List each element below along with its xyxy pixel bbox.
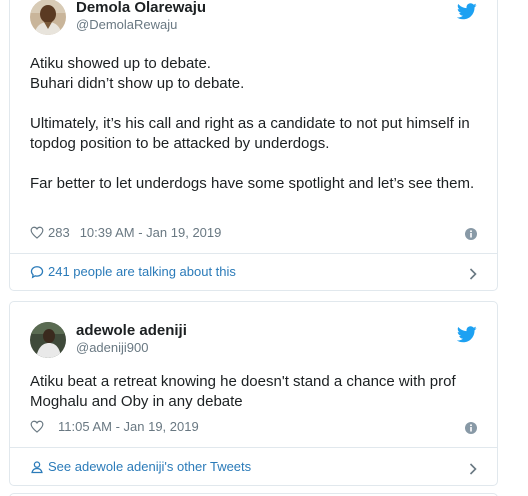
tweet-blank-line — [30, 154, 490, 174]
tweet-line: Buhari didn’t show up to debate. — [30, 75, 245, 92]
tweet-blank-line — [30, 94, 490, 114]
divider — [10, 447, 497, 448]
tweet-meta: 283 10:39 AM - Jan 19, 2019 — [30, 224, 477, 242]
tweet-card: adewole adeniji @adeniji900 Atiku beat a… — [9, 301, 498, 486]
heart-icon[interactable] — [30, 420, 44, 433]
page: Demola Olarewaju @DemolaRewaju Atiku sho… — [0, 0, 528, 496]
other-tweets-link-text[interactable]: See adewole adeniji's other Tweets — [48, 459, 251, 474]
author-name[interactable]: Demola Olarewaju — [76, 0, 206, 16]
chevron-right-icon[interactable] — [469, 461, 477, 475]
author-handle[interactable]: @adeniji900 — [76, 340, 148, 356]
conversation-link-text[interactable]: 241 people are talking about this — [48, 264, 236, 279]
heart-icon[interactable] — [30, 226, 44, 239]
divider — [10, 253, 497, 254]
conversation-link[interactable]: 241 people are talking about this — [30, 262, 477, 282]
twitter-bird-icon[interactable] — [456, 3, 477, 20]
info-icon[interactable] — [465, 421, 477, 434]
tweet-timestamp[interactable]: 10:39 AM - Jan 19, 2019 — [80, 225, 222, 240]
like-count[interactable]: 283 — [48, 225, 70, 240]
avatar[interactable] — [30, 0, 66, 35]
tweet-text: Atiku showed up to debate. Buhari didn’t… — [30, 54, 490, 194]
twitter-bird-icon[interactable] — [456, 326, 477, 343]
other-tweets-link[interactable]: See adewole adeniji's other Tweets — [30, 457, 477, 477]
tweet-text: Atiku beat a retreat knowing he doesn't … — [30, 372, 490, 412]
info-icon[interactable] — [465, 227, 477, 240]
tweet-line: Ultimately, it’s his call and right as a… — [30, 115, 470, 152]
avatar[interactable] — [30, 322, 66, 358]
author-name[interactable]: adewole adeniji — [76, 322, 187, 339]
speech-bubble-icon — [30, 265, 44, 279]
chevron-right-icon[interactable] — [469, 266, 477, 280]
tweet-meta: 11:05 AM - Jan 19, 2019 — [30, 418, 477, 436]
author-handle[interactable]: @DemolaRewaju — [76, 17, 177, 33]
tweet-line: Atiku beat a retreat knowing he doesn't … — [30, 373, 456, 410]
tweet-timestamp[interactable]: 11:05 AM - Jan 19, 2019 — [58, 419, 199, 434]
tweet-line: Far better to let underdogs have some sp… — [30, 175, 475, 192]
tweet-card: Demola Olarewaju @DemolaRewaju Atiku sho… — [9, 0, 498, 291]
person-icon — [30, 460, 44, 474]
tweet-line: Atiku showed up to debate. — [30, 55, 211, 72]
